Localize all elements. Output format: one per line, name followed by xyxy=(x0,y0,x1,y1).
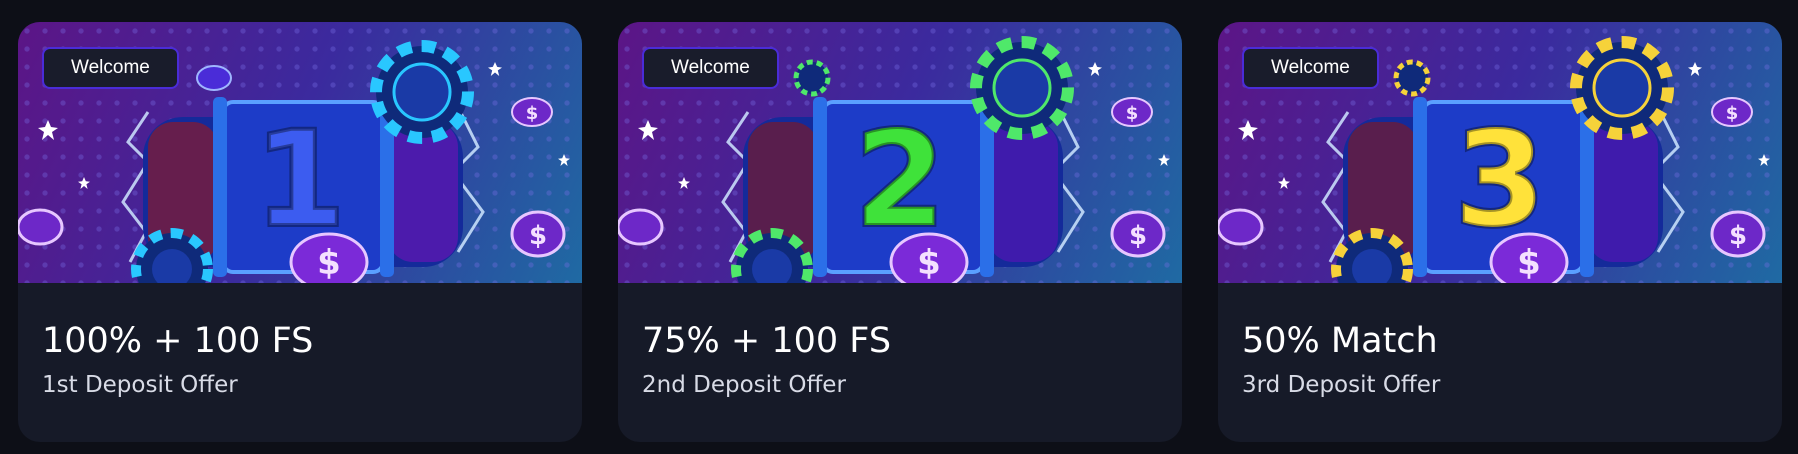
purple-dollar-coin-icon: $ xyxy=(510,210,566,258)
purple-dollar-coin-icon xyxy=(1218,208,1264,246)
purple-dollar-coin-icon xyxy=(196,65,232,91)
star-icon xyxy=(558,154,570,166)
star-icon xyxy=(638,120,658,140)
star-icon xyxy=(78,177,90,189)
offer-title: 50% Match xyxy=(1242,321,1438,361)
purple-dollar-coin-icon: $ xyxy=(1711,97,1753,127)
purple-dollar-coin-icon: $ xyxy=(1710,210,1766,258)
purple-dollar-coin-icon: $ xyxy=(1489,232,1569,283)
star-icon xyxy=(38,120,58,140)
purple-dollar-coin-icon: $ xyxy=(1111,97,1153,127)
offer-banner: Welcome 1 $ $ $ xyxy=(18,22,582,283)
poker-chip-icon xyxy=(970,36,1074,140)
offer-title: 75% + 100 FS xyxy=(642,321,892,361)
purple-dollar-coin-icon: $ xyxy=(289,232,369,283)
star-icon xyxy=(1278,177,1290,189)
poker-chip-icon xyxy=(1331,228,1413,283)
offer-body: 50% Match 3rd Deposit Offer xyxy=(1218,283,1782,399)
purple-dollar-coin-icon xyxy=(618,208,664,246)
welcome-badge: Welcome xyxy=(1242,47,1379,89)
star-icon xyxy=(1238,120,1258,140)
offer-subtitle: 1st Deposit Offer xyxy=(42,372,238,398)
offer-card-3[interactable]: Welcome 3 $ $ $ 50% Match 3rd Deposit Of… xyxy=(1218,22,1782,442)
poker-chip-icon xyxy=(731,228,813,283)
poker-chip-icon xyxy=(1393,59,1431,97)
svg-text:$: $ xyxy=(1126,103,1139,124)
svg-text:$: $ xyxy=(917,243,941,283)
purple-dollar-coin-icon: $ xyxy=(511,97,553,127)
poker-chip-icon xyxy=(793,59,831,97)
star-icon xyxy=(678,177,690,189)
offer-banner: Welcome 2 $ $ $ xyxy=(618,22,1182,283)
offer-title: 100% + 100 FS xyxy=(42,321,314,361)
svg-text:$: $ xyxy=(1729,221,1747,251)
offer-card-2[interactable]: Welcome 2 $ $ $ 75% + 100 FS 2nd Deposit… xyxy=(618,22,1182,442)
offer-subtitle: 2nd Deposit Offer xyxy=(642,372,846,398)
star-icon xyxy=(1088,62,1102,76)
star-icon xyxy=(1688,62,1702,76)
offer-body: 100% + 100 FS 1st Deposit Offer xyxy=(18,283,582,399)
star-icon xyxy=(1758,154,1770,166)
svg-text:$: $ xyxy=(526,103,539,124)
svg-text:$: $ xyxy=(317,243,341,283)
star-icon xyxy=(488,62,502,76)
svg-text:$: $ xyxy=(529,221,547,251)
poker-chip-icon xyxy=(370,40,474,144)
poker-chip-icon xyxy=(1570,36,1674,140)
purple-dollar-coin-icon: $ xyxy=(889,232,969,283)
offer-subtitle: 3rd Deposit Offer xyxy=(1242,372,1441,398)
offers-row: Welcome 1 $ $ $ 100% + 100 FS 1st Deposi… xyxy=(0,0,1798,454)
welcome-badge: Welcome xyxy=(642,47,779,89)
purple-dollar-coin-icon: $ xyxy=(1110,210,1166,258)
svg-text:$: $ xyxy=(1129,221,1147,251)
offer-body: 75% + 100 FS 2nd Deposit Offer xyxy=(618,283,1182,399)
poker-chip-icon xyxy=(131,228,213,283)
welcome-badge: Welcome xyxy=(42,47,179,89)
offer-card-1[interactable]: Welcome 1 $ $ $ 100% + 100 FS 1st Deposi… xyxy=(18,22,582,442)
svg-text:$: $ xyxy=(1517,243,1541,283)
star-icon xyxy=(1158,154,1170,166)
purple-dollar-coin-icon xyxy=(18,208,64,246)
offer-banner: Welcome 3 $ $ $ xyxy=(1218,22,1782,283)
svg-text:$: $ xyxy=(1726,103,1739,124)
